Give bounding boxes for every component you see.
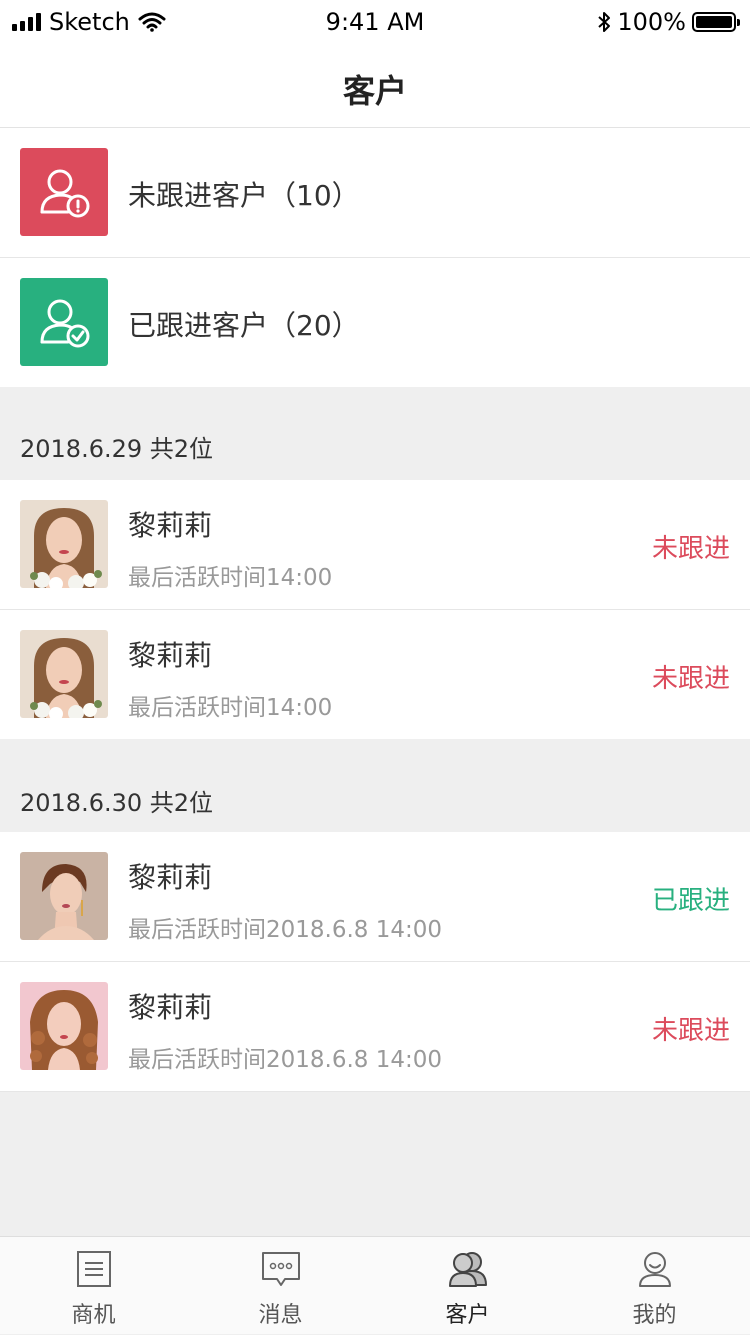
last-active-time: 最后活跃时间2018.6.8 14:00 <box>128 1047 443 1073</box>
message-icon <box>262 1252 300 1286</box>
avatar <box>20 982 108 1070</box>
customer-row[interactable]: 黎莉莉 最后活跃时间2018.6.8 14:00 已跟进 <box>0 832 750 961</box>
section-date: 2018.6.30 共2位 <box>20 789 214 817</box>
tab-bar: 商机 消息 客户 我的 <box>0 1236 750 1334</box>
last-active-time: 最后活跃时间14:00 <box>128 565 333 591</box>
category-label: 未跟进客户（10） <box>128 179 360 212</box>
follow-status: 已跟进 <box>651 886 730 916</box>
category-label: 已跟进客户（20） <box>128 309 360 342</box>
follow-status: 未跟进 <box>651 664 730 694</box>
tab-label: 消息 <box>258 1303 303 1328</box>
section-header: 2018.6.30 共2位 <box>0 739 750 832</box>
section-date: 2018.6.29 共2位 <box>20 435 214 463</box>
follow-status: 未跟进 <box>651 534 730 564</box>
customer-name: 黎莉莉 <box>128 861 213 894</box>
customer-row[interactable]: 黎莉莉 最后活跃时间14:00 未跟进 <box>0 480 750 609</box>
tab-messages[interactable]: 消息 <box>187 1237 374 1335</box>
avatar <box>20 630 108 718</box>
customer-row[interactable]: 黎莉莉 最后活跃时间14:00 未跟进 <box>0 610 750 739</box>
category-not-followed[interactable]: 未跟进客户（10） <box>0 128 750 257</box>
tab-label: 客户 <box>445 1303 490 1328</box>
follow-status: 未跟进 <box>651 1016 730 1046</box>
status-bar: Sketch 9:41 AM 100% <box>0 0 750 44</box>
status-right: 100% <box>597 8 740 36</box>
page-title: 客户 <box>342 72 407 110</box>
customer-name: 黎莉莉 <box>128 639 213 672</box>
battery-percent: 100% <box>617 8 686 36</box>
user-alert-icon <box>20 148 108 236</box>
customer-name: 黎莉莉 <box>128 509 213 542</box>
tab-label: 商机 <box>71 1303 116 1328</box>
last-active-time: 最后活跃时间2018.6.8 14:00 <box>128 917 443 943</box>
tab-profile[interactable]: 我的 <box>561 1237 748 1335</box>
last-active-time: 最后活跃时间14:00 <box>128 695 333 721</box>
bluetooth-icon <box>598 12 611 32</box>
tab-business[interactable]: 商机 <box>0 1237 187 1335</box>
nav-bar: 客户 <box>0 44 750 128</box>
tab-label: 我的 <box>632 1303 677 1328</box>
divider <box>0 1091 750 1092</box>
customer-row[interactable]: 黎莉莉 最后活跃时间2018.6.8 14:00 未跟进 <box>0 962 750 1091</box>
tab-customers[interactable]: 客户 <box>374 1237 561 1335</box>
profile-icon <box>639 1252 671 1287</box>
avatar <box>20 852 108 940</box>
user-check-icon <box>20 278 108 366</box>
section-header: 2018.6.29 共2位 <box>0 387 750 480</box>
customer-icon <box>449 1252 487 1287</box>
customer-name: 黎莉莉 <box>128 991 213 1024</box>
battery-icon <box>692 12 740 32</box>
category-followed[interactable]: 已跟进客户（20） <box>0 258 750 387</box>
document-icon <box>77 1251 111 1287</box>
avatar <box>20 500 108 588</box>
